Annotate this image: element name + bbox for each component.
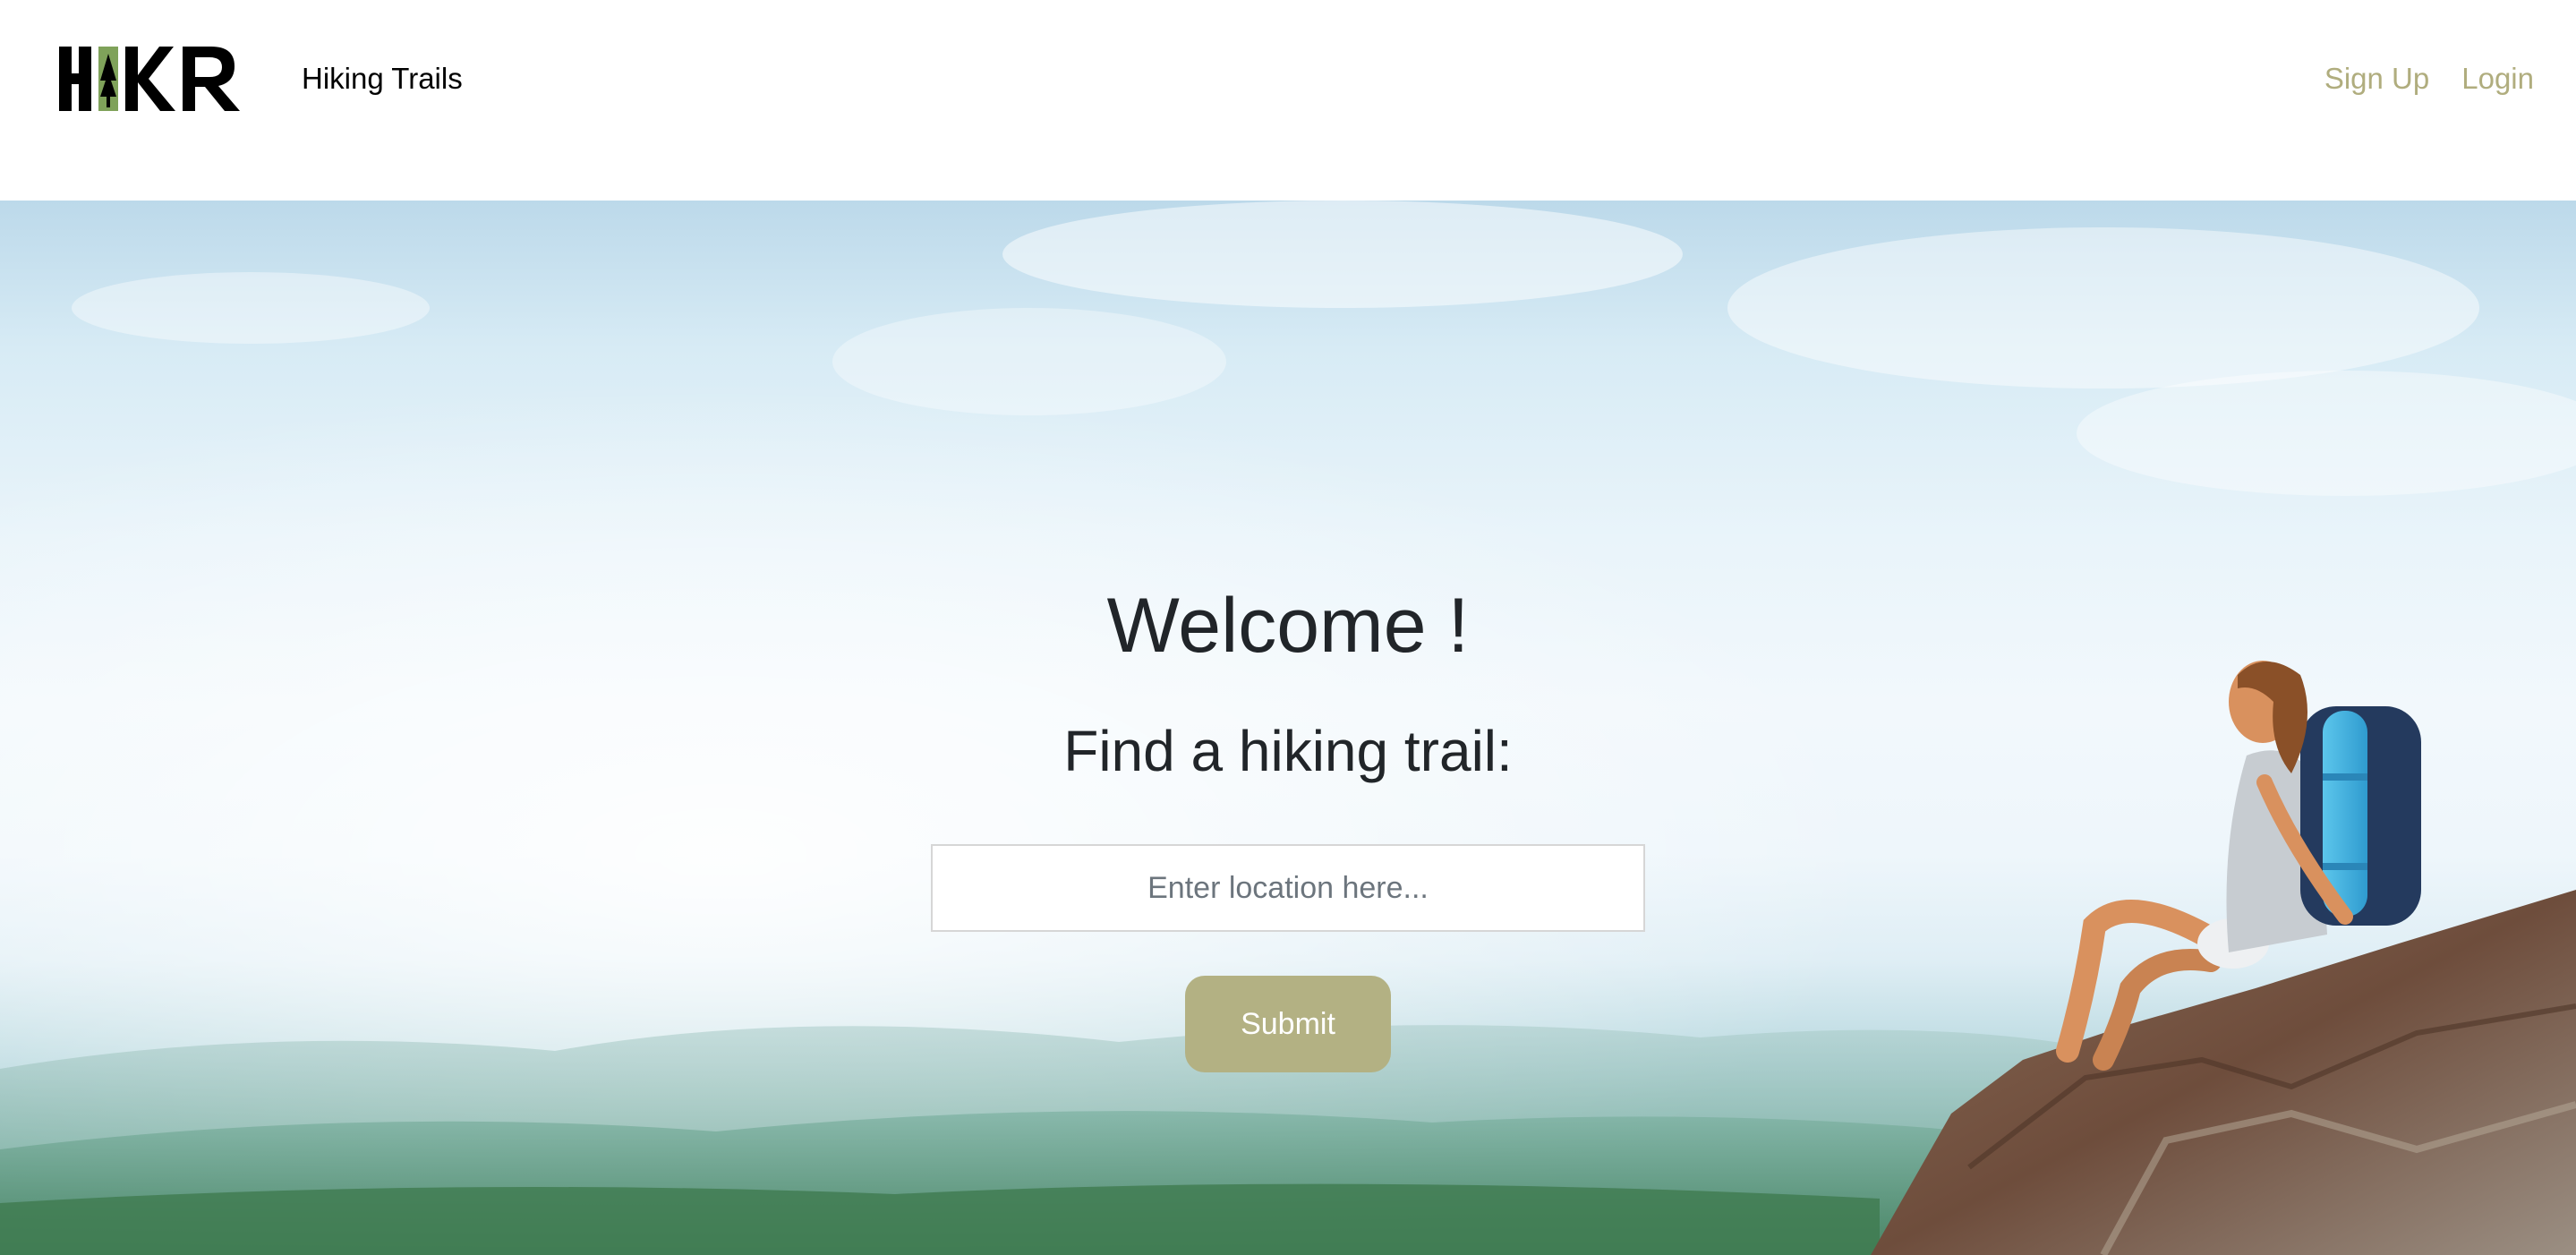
find-trail-heading: Find a hiking trail: xyxy=(1063,719,1513,783)
signup-link[interactable]: Sign Up xyxy=(2324,59,2429,98)
login-link[interactable]: Login xyxy=(2461,59,2534,98)
hero-section: Welcome ! Find a hiking trail: Submit xyxy=(0,201,2576,1255)
top-nav: Sign Up Login xyxy=(2324,59,2534,98)
welcome-heading: Welcome ! xyxy=(1106,583,1470,669)
location-search-input[interactable] xyxy=(931,844,1645,932)
site-header: Hiking Trails Sign Up Login xyxy=(0,0,2576,201)
submit-button[interactable]: Submit xyxy=(1185,976,1391,1072)
brand-link[interactable]: Hiking Trails xyxy=(302,59,463,98)
hikr-logo[interactable] xyxy=(59,45,242,113)
hikr-logo-mark xyxy=(59,47,240,111)
hero-content: Welcome ! Find a hiking trail: Submit xyxy=(0,201,2576,1255)
